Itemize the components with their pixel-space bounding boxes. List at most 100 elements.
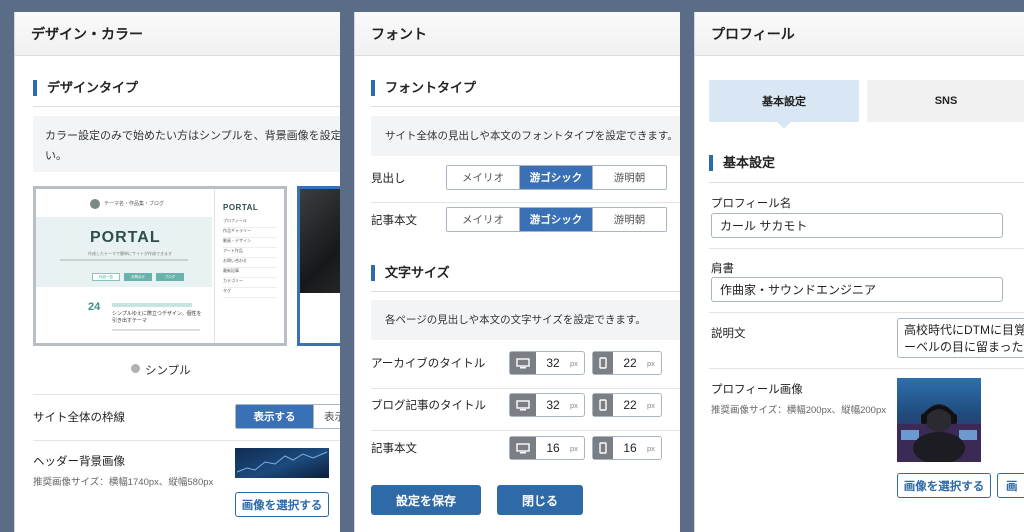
- post-title-pc-value: 32: [546, 398, 560, 412]
- body-size-label: 記事本文: [371, 443, 417, 455]
- desktop-icon: [510, 394, 536, 416]
- preview-hero-logo: PORTAL: [90, 229, 161, 246]
- heading-font-yumincho[interactable]: 游明朝: [593, 166, 666, 189]
- post-title-size-label: ブログ記事のタイトル: [371, 400, 486, 412]
- preview-sidebar-item: アート作品: [223, 248, 277, 258]
- row-divider: [371, 430, 680, 431]
- section-divider: [371, 106, 680, 107]
- mobile-icon: [593, 352, 613, 374]
- header-bg-choose-button[interactable]: 画像を選択する: [235, 492, 329, 517]
- preview-button-1: 作品一覧: [92, 273, 120, 281]
- row-divider: [33, 440, 340, 441]
- frame-label: サイト全体の枠線: [33, 412, 125, 424]
- frame-show-option[interactable]: 表示する: [236, 405, 314, 428]
- preview-logo-icon: [90, 199, 100, 209]
- preview-sidebar-item: カテゴリー: [223, 278, 277, 288]
- design-panel-header: デザイン・カラー: [15, 12, 340, 56]
- row-divider: [371, 202, 680, 203]
- profile-desc-label: 説明文: [711, 328, 746, 340]
- frame-hide-option[interactable]: 表示: [314, 405, 340, 428]
- body-mobile-size[interactable]: 16 px: [592, 436, 662, 460]
- profile-name-input[interactable]: カール サカモト: [711, 213, 1003, 238]
- body-font-label: 記事本文: [371, 215, 417, 227]
- theme-preview-sidebar: PORTAL プロフィール 作品ギャラリー 動画・デザイン アート作品 お問い合…: [214, 189, 284, 343]
- tab-sns[interactable]: SNS: [867, 80, 1024, 122]
- profile-title-input[interactable]: 作曲家・サウンドエンジニア: [711, 277, 1003, 302]
- header-bg-thumbnail: [235, 448, 329, 478]
- save-settings-button[interactable]: 設定を保存: [371, 485, 481, 515]
- frame-toggle: 表示する 表示: [235, 404, 340, 429]
- mobile-icon: [593, 394, 613, 416]
- header-bg-note: 推奨画像サイズ：横幅1740px、縦幅580px: [33, 477, 214, 488]
- section-divider: [371, 291, 680, 292]
- archive-title-mobile-value: 22: [623, 356, 637, 370]
- body-pc-value: 16: [546, 441, 560, 455]
- preview-sidebar-item: 最新記事: [223, 268, 277, 278]
- profile-photo-graphic: [897, 404, 981, 462]
- preview-date: 24: [88, 301, 101, 313]
- design-option-simple[interactable]: テーマ名・作品集・ブログ PORTAL 作成したテーマで簡単にサイトが作成できま…: [33, 186, 287, 346]
- row-divider: [709, 312, 1024, 313]
- body-font-meiryo[interactable]: メイリオ: [447, 208, 520, 231]
- unit-label: px: [647, 358, 655, 368]
- profile-panel-header: プロフィール: [695, 12, 1024, 56]
- body-mobile-value: 16: [623, 441, 637, 455]
- close-button[interactable]: 閉じる: [497, 485, 583, 515]
- theme-preview-main: テーマ名・作品集・ブログ PORTAL 作成したテーマで簡単にサイトが作成できま…: [36, 189, 212, 343]
- heading-font-meiryo[interactable]: メイリオ: [447, 166, 520, 189]
- mobile-icon: [593, 437, 613, 459]
- profile-image-secondary-button[interactable]: 画: [997, 473, 1024, 498]
- design-option-photo[interactable]: [297, 186, 340, 346]
- tab-basic-settings[interactable]: 基本設定: [709, 80, 859, 122]
- body-font-yumincho[interactable]: 游明朝: [593, 208, 666, 231]
- post-title-mobile-size[interactable]: 22 px: [592, 393, 662, 417]
- preview-post-line: [112, 329, 200, 331]
- archive-title-mobile-size[interactable]: 22 px: [592, 351, 662, 375]
- post-title-pc-size[interactable]: 32 px: [509, 393, 585, 417]
- heading-font-label: 見出し: [371, 173, 406, 185]
- unit-label: px: [570, 400, 578, 410]
- row-divider: [371, 388, 680, 389]
- row-divider: [709, 248, 1024, 249]
- profile-image-note: 推奨画像サイズ：横幅200px、縦幅200px: [711, 405, 886, 416]
- preview-sidebar-logo: PORTAL: [223, 203, 259, 212]
- preview-tagline: 作成したテーマで簡単にサイトが作成できます: [88, 251, 172, 256]
- preview-sidebar-item: プロフィール: [223, 218, 277, 228]
- header-bg-label: ヘッダー背景画像: [33, 456, 125, 468]
- selected-design-label: シンプル: [145, 365, 191, 377]
- profile-image-choose-button[interactable]: 画像を選択する: [897, 473, 991, 498]
- profile-desc-textarea[interactable]: 高校時代にDTMに目覚め ーベルの目に留まったこ: [897, 318, 1024, 358]
- selected-design-radio[interactable]: [131, 364, 140, 373]
- design-type-description: カラー設定のみで始めたい方はシンプルを、背景画像を設定してビジュア い。: [33, 116, 340, 172]
- archive-title-pc-value: 32: [546, 356, 560, 370]
- profile-title-label: 肩書: [711, 263, 734, 275]
- body-font-yugothic[interactable]: 游ゴシック: [520, 208, 593, 231]
- font-size-title: 文字サイズ: [371, 265, 450, 281]
- preview-sidebar-item: 作品ギャラリー: [223, 228, 277, 238]
- desktop-icon: [510, 352, 536, 374]
- body-pc-size[interactable]: 16 px: [509, 436, 585, 460]
- section-divider: [709, 182, 1024, 183]
- font-type-title: フォントタイプ: [371, 80, 476, 96]
- body-font-selector: メイリオ 游ゴシック 游明朝: [446, 207, 667, 232]
- preview-sidebar-item: タグ: [223, 288, 277, 298]
- photo-preview-image: [300, 189, 340, 293]
- preview-button-2: お問合せ: [124, 273, 152, 281]
- desktop-icon: [510, 437, 536, 459]
- archive-title-pc-size[interactable]: 32 px: [509, 351, 585, 375]
- heading-font-selector: メイリオ 游ゴシック 游明朝: [446, 165, 667, 190]
- unit-label: px: [647, 443, 655, 453]
- archive-title-size-label: アーカイブのタイトル: [371, 358, 486, 370]
- profile-image-label: プロフィール画像: [711, 384, 803, 396]
- profile-panel: プロフィール 基本設定 SNS 基本設定 プロフィール名 カール サカモト 肩書…: [694, 12, 1024, 532]
- heading-font-yugothic[interactable]: 游ゴシック: [520, 166, 593, 189]
- preview-sidebar-item: お問い合わせ: [223, 258, 277, 268]
- preview-post-title: シンプルゆえに際立つデザイン。個性を引き出すテーマ: [112, 311, 202, 324]
- post-title-mobile-value: 22: [623, 398, 637, 412]
- preview-site-name: テーマ名・作品集・ブログ: [104, 201, 165, 207]
- design-type-title: デザインタイプ: [33, 80, 138, 96]
- photo-preview-body: [300, 293, 340, 343]
- row-divider: [709, 368, 1024, 369]
- design-color-panel: デザイン・カラー デザインタイプ カラー設定のみで始めたい方はシンプルを、背景画…: [14, 12, 340, 532]
- header-bg-graphic: [236, 451, 328, 473]
